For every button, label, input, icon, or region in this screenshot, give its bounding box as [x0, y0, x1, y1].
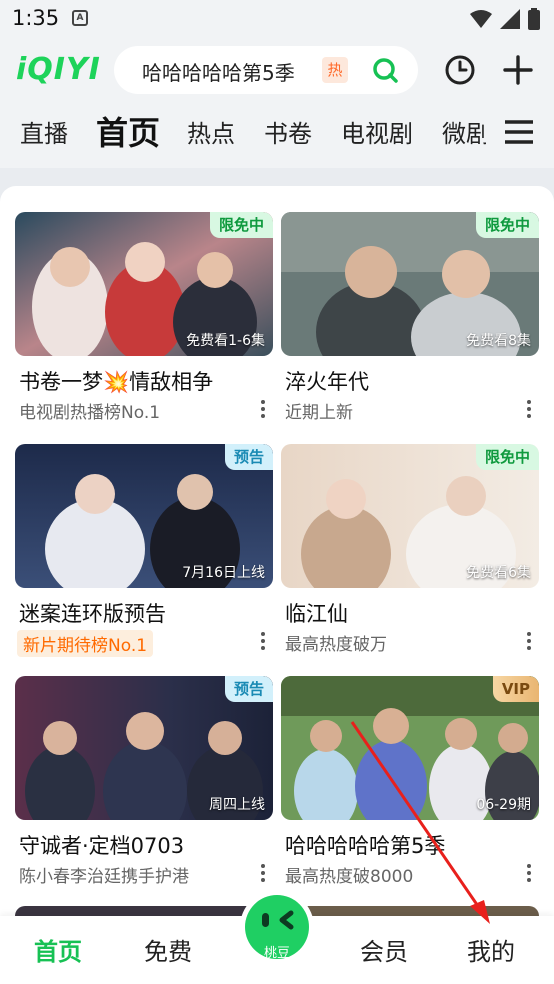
nav-me[interactable]: 我的 — [467, 932, 515, 967]
taodou-label: 桃豆 — [263, 946, 290, 961]
video-card[interactable]: 限免中 免费看1-6集 书卷一梦💥情敌相争 电视剧热播榜No.1 — [15, 212, 273, 423]
vip-badge: VIP — [492, 676, 539, 702]
status-time: 1:35 — [12, 6, 60, 30]
plus-icon[interactable] — [502, 54, 534, 86]
status-badge: 预告 — [224, 676, 273, 702]
episode-info: 免费看1-6集 — [186, 333, 265, 349]
nav-home[interactable]: 首页 — [34, 932, 82, 967]
more-options-icon[interactable] — [525, 398, 533, 420]
video-card[interactable]: 限免中 免费看8集 淬火年代 近期上新 — [281, 212, 539, 423]
video-subtitle: 电视剧热播榜No.1 — [19, 403, 161, 423]
video-title[interactable]: 哈哈哈哈哈第5季 — [285, 830, 445, 860]
video-subtitle: 最高热度破万 — [285, 635, 387, 655]
tab-micro-drama[interactable]: 微剧 — [442, 114, 486, 149]
video-card[interactable]: VIP 06-29期 哈哈哈哈哈第5季 最高热度破8000 — [281, 676, 539, 887]
tab-hot[interactable]: 热点 — [187, 114, 235, 149]
video-title[interactable]: 迷案连环版预告 — [19, 598, 166, 628]
taodou-button[interactable]: 桃豆 — [240, 890, 314, 964]
video-subtitle: 陈小春李治廷携手护港 — [19, 867, 189, 887]
tab-books[interactable]: 书卷 — [264, 114, 312, 149]
video-title[interactable]: 守诚者·定档0703 — [19, 830, 184, 860]
video-title[interactable]: 临江仙 — [285, 598, 348, 628]
video-thumbnail[interactable]: 限免中 免费看8集 — [281, 212, 539, 356]
video-thumbnail[interactable]: 限免中 免费看6集 — [281, 444, 539, 588]
video-subtitle: 新片期待榜No.1 — [17, 630, 154, 657]
episode-info: 免费看6集 — [466, 565, 531, 581]
episode-info: 免费看8集 — [466, 333, 531, 349]
video-thumbnail[interactable]: 限免中 免费看1-6集 — [15, 212, 273, 356]
hot-badge: 热 — [322, 57, 348, 83]
nav-vip[interactable]: 会员 — [360, 932, 408, 967]
episode-info: 周四上线 — [209, 797, 265, 813]
more-options-icon[interactable] — [259, 862, 267, 884]
iqiyi-logo[interactable]: iQIYI — [16, 52, 101, 87]
more-options-icon[interactable] — [259, 398, 267, 420]
video-card[interactable]: 预告 7月16日上线 迷案连环版预告 新片期待榜No.1 — [15, 444, 273, 657]
search-query[interactable]: 哈哈哈哈哈第5季 — [142, 57, 295, 86]
video-title[interactable]: 书卷一梦💥情敌相争 — [19, 366, 213, 396]
bottom-navigation: 首页 免费 桃豆 会员 我的 — [0, 890, 554, 984]
video-thumbnail[interactable]: 预告 周四上线 — [15, 676, 273, 820]
more-options-icon[interactable] — [259, 630, 267, 652]
search-icon[interactable] — [372, 57, 398, 83]
history-clock-icon[interactable] — [444, 54, 476, 86]
notification-icon: A — [72, 10, 88, 26]
status-badge: 限免中 — [475, 444, 539, 470]
status-bar: 1:35 A — [0, 0, 554, 38]
episode-info: 7月16日上线 — [182, 565, 265, 581]
more-options-icon[interactable] — [525, 862, 533, 884]
video-card[interactable]: 预告 周四上线 守诚者·定档0703 陈小春李治廷携手护港 — [15, 676, 273, 887]
search-bar[interactable]: 哈哈哈哈哈第5季 热 — [114, 46, 418, 94]
signal-icon — [500, 9, 520, 29]
menu-icon[interactable] — [505, 120, 533, 144]
top-header: iQIYI 哈哈哈哈哈第5季 热 — [0, 38, 554, 100]
feed-content: 限免中 免费看1-6集 书卷一梦💥情敌相争 电视剧热播榜No.1 限免中 免费看… — [0, 186, 554, 984]
battery-icon — [528, 8, 540, 30]
category-tabs: 直播 首页 热点 书卷 电视剧 微剧 — [0, 100, 554, 168]
tab-live[interactable]: 直播 — [20, 114, 68, 149]
video-subtitle: 最高热度破8000 — [285, 867, 414, 887]
video-thumbnail[interactable]: 预告 7月16日上线 — [15, 444, 273, 588]
video-card[interactable]: 限免中 免费看6集 临江仙 最高热度破万 — [281, 444, 539, 655]
tab-home[interactable]: 首页 — [96, 108, 160, 154]
wifi-icon — [470, 10, 492, 28]
video-title[interactable]: 淬火年代 — [285, 366, 369, 396]
video-subtitle: 近期上新 — [285, 403, 353, 423]
status-badge: 预告 — [224, 444, 273, 470]
episode-info: 06-29期 — [476, 797, 531, 813]
status-badge: 限免中 — [209, 212, 273, 238]
status-badge: 限免中 — [475, 212, 539, 238]
video-thumbnail[interactable]: VIP 06-29期 — [281, 676, 539, 820]
tab-tv-series[interactable]: 电视剧 — [341, 114, 413, 149]
nav-free[interactable]: 免费 — [144, 932, 192, 967]
more-options-icon[interactable] — [525, 630, 533, 652]
system-icons — [470, 8, 540, 30]
